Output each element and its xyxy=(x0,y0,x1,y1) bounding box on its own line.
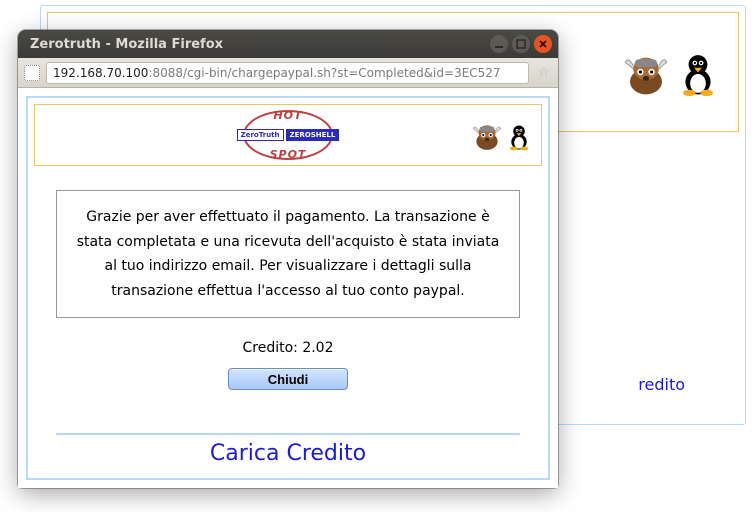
minimize-button[interactable] xyxy=(490,35,508,53)
credit-line: Credito: 2.02 xyxy=(242,340,333,356)
credit-label: Credito: xyxy=(242,340,297,356)
favicon-placeholder-icon xyxy=(24,65,40,81)
close-window-button[interactable] xyxy=(534,35,552,53)
tux-mascot-icon xyxy=(507,123,531,151)
url-host: 192.168.70.100 xyxy=(53,66,148,80)
close-button[interactable]: Chiudi xyxy=(228,368,348,390)
bg-credito-link-fragment[interactable]: redito xyxy=(638,375,685,394)
maximize-icon xyxy=(516,39,526,49)
carica-credito-link[interactable]: Carica Credito xyxy=(210,441,366,466)
tux-mascot-icon xyxy=(678,52,718,96)
page-frame: HOT SPOT ZeroTruth ZEROSHELL xyxy=(26,96,550,480)
page-content: HOT SPOT ZeroTruth ZEROSHELL xyxy=(18,88,558,488)
window-title: Zerotruth - Mozilla Firefox xyxy=(30,37,490,52)
hotspot-logo: HOT SPOT ZeroTruth ZEROSHELL xyxy=(228,110,348,160)
thank-you-message: Grazie per aver effettuato il pagamento.… xyxy=(56,190,520,318)
logo-banner: HOT SPOT ZeroTruth ZEROSHELL xyxy=(34,104,542,166)
firefox-window: Zerotruth - Mozilla Firefox 192.168.70.1… xyxy=(18,30,558,488)
viking-mascot-icon xyxy=(471,119,503,151)
banner-mascots xyxy=(471,119,531,151)
url-path: :8088/cgi-bin/chargepaypal.sh?st=Complet… xyxy=(148,66,500,80)
minimize-icon xyxy=(494,39,504,49)
bg-mascots xyxy=(622,48,718,96)
inner-content: Grazie per aver effettuato il pagamento.… xyxy=(28,172,548,478)
url-bar-row: 192.168.70.100:8088/cgi-bin/chargepaypal… xyxy=(18,58,558,88)
url-input[interactable]: 192.168.70.100:8088/cgi-bin/chargepaypal… xyxy=(46,62,529,84)
logo-badge-zerotruth: ZeroTruth xyxy=(237,129,284,141)
logo-top-text: HOT xyxy=(273,109,302,122)
viking-mascot-icon xyxy=(622,48,670,96)
logo-bottom-text: SPOT xyxy=(270,148,307,161)
logo-badge-zeroshell: ZEROSHELL xyxy=(286,129,340,141)
carica-credito-section: Carica Credito xyxy=(56,433,520,472)
titlebar[interactable]: Zerotruth - Mozilla Firefox xyxy=(18,30,558,58)
maximize-button[interactable] xyxy=(512,35,530,53)
credit-value: 2.02 xyxy=(302,340,333,356)
close-icon xyxy=(538,39,548,49)
bookmark-star-icon[interactable]: ☆ xyxy=(535,65,552,81)
